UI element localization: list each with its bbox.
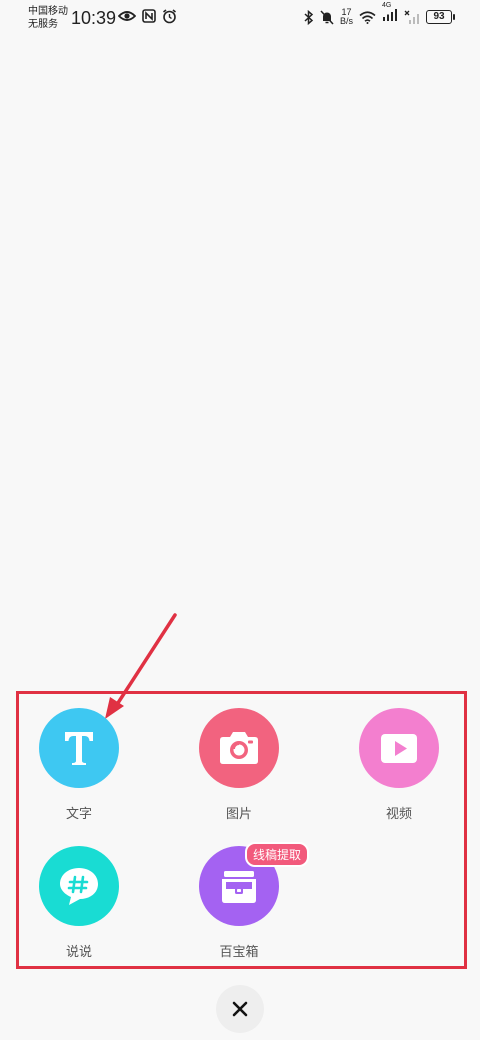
network-type-label: 4G [382, 2, 392, 9]
image-option-label: 图片 [225, 806, 252, 821]
video-option-label: 视频 [385, 806, 412, 821]
status-bar: 中国移动 无服务 10:39 17 B/s 4G 93 [0, 0, 480, 36]
battery-indicator: 93 [426, 10, 455, 24]
text-option-label: 文字 [65, 806, 92, 821]
signal-4g: 4G [382, 2, 398, 26]
camera-icon [220, 732, 258, 764]
signal-bars-icon [383, 9, 397, 21]
wifi-icon [359, 10, 376, 24]
line-art-extract-badge: 线稿提取 [245, 842, 310, 867]
publish-image-button[interactable]: 图片 [179, 708, 299, 822]
treasure-box-icon [222, 871, 256, 903]
clock: 10:39 [71, 8, 117, 28]
bluetooth-icon [304, 9, 314, 25]
carrier-name: 中国移动 [28, 6, 68, 17]
post-option-label: 说说 [65, 944, 92, 959]
network-speed: 17 B/s [340, 8, 353, 26]
service-status: 无服务 [28, 19, 58, 30]
close-icon [232, 1001, 248, 1017]
carrier-info: 中国移动 无服务 [28, 5, 68, 31]
network-speed-unit: B/s [339, 16, 353, 26]
mute-bell-icon [320, 9, 334, 25]
video-option-circle [359, 708, 439, 788]
text-icon [65, 732, 93, 765]
video-icon [381, 734, 417, 763]
image-option-circle [199, 708, 279, 788]
eye-icon [118, 11, 136, 21]
treasure-box-option-circle: 线稿提取 [199, 842, 310, 926]
publish-video-button[interactable]: 视频 [339, 708, 459, 822]
close-button[interactable] [216, 985, 264, 1033]
alarm-icon [163, 9, 176, 24]
text-option-circle [39, 708, 119, 788]
status-right-icons: 17 B/s 4G 93 [304, 2, 455, 26]
post-option-circle [39, 846, 119, 926]
signal-empty-icon [404, 10, 419, 24]
publish-text-button[interactable]: 文字 [19, 708, 139, 822]
hashtag-speech-icon [60, 868, 98, 905]
status-left-icons [118, 9, 177, 24]
treasure-box-button[interactable]: 线稿提取 百宝箱 [179, 842, 310, 960]
publish-post-button[interactable]: 说说 [19, 846, 139, 960]
treasure-box-option-label: 百宝箱 [219, 944, 259, 959]
nfc-icon [142, 9, 156, 23]
